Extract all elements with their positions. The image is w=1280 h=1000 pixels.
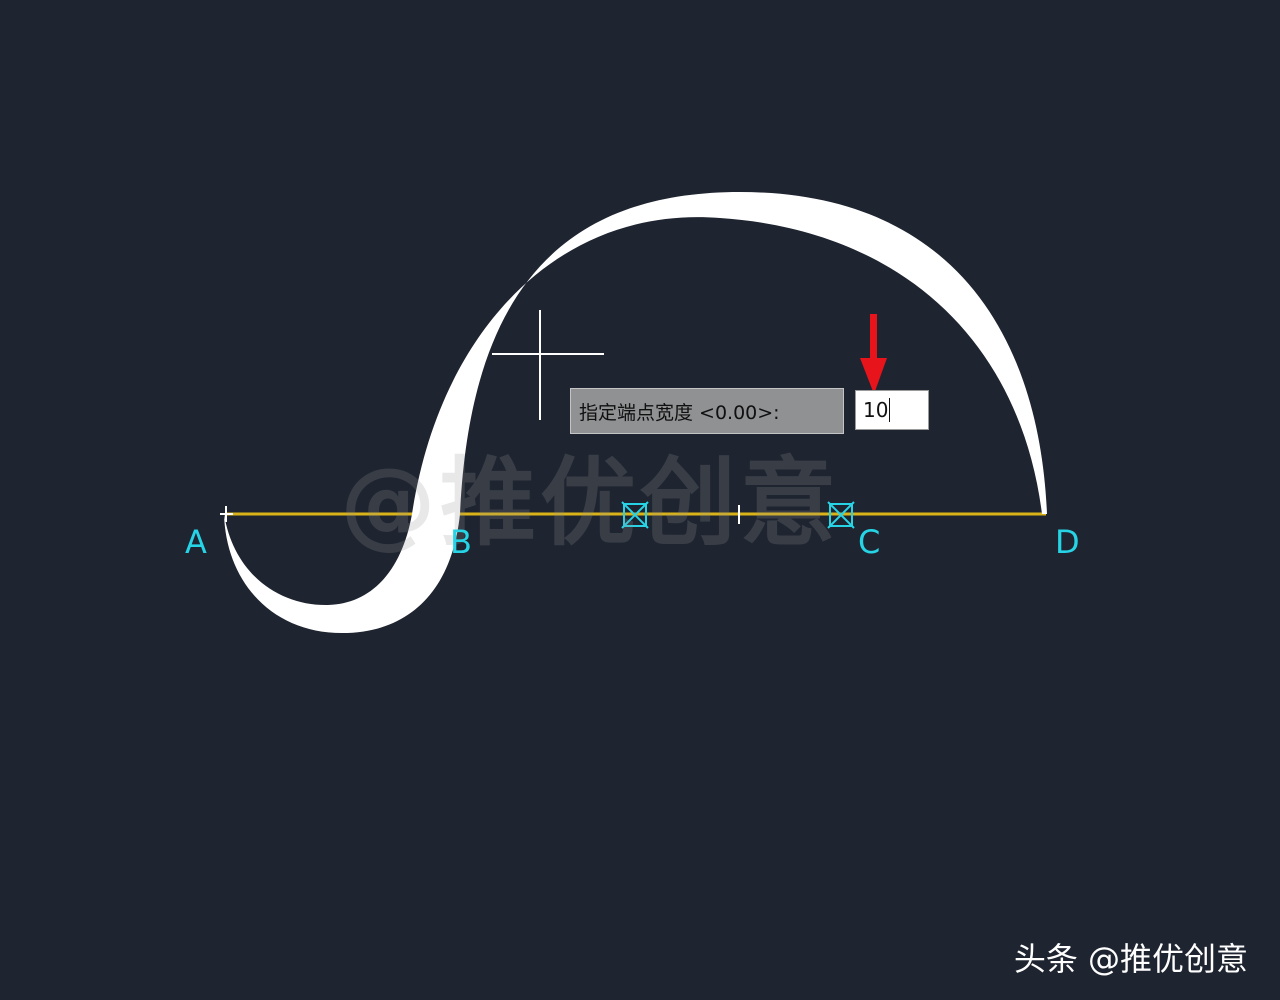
input-value: 10 [863,398,889,422]
footer-brand: 头条 @推优创意 [1013,940,1248,978]
point-label-a: A [185,523,207,561]
watermark-text: @推优创意 [340,447,840,559]
point-label-d: D [1055,523,1080,561]
point-label-b: B [450,523,472,561]
endpoint-width-input[interactable]: 10 [855,390,929,430]
red-arrow-icon [860,314,887,394]
point-label-c: C [858,523,881,561]
dynamic-input-prompt: 指定端点宽度 <0.00>: [570,388,844,434]
text-caret [889,398,891,422]
prompt-label: 指定端点宽度 <0.00>: [579,401,780,424]
